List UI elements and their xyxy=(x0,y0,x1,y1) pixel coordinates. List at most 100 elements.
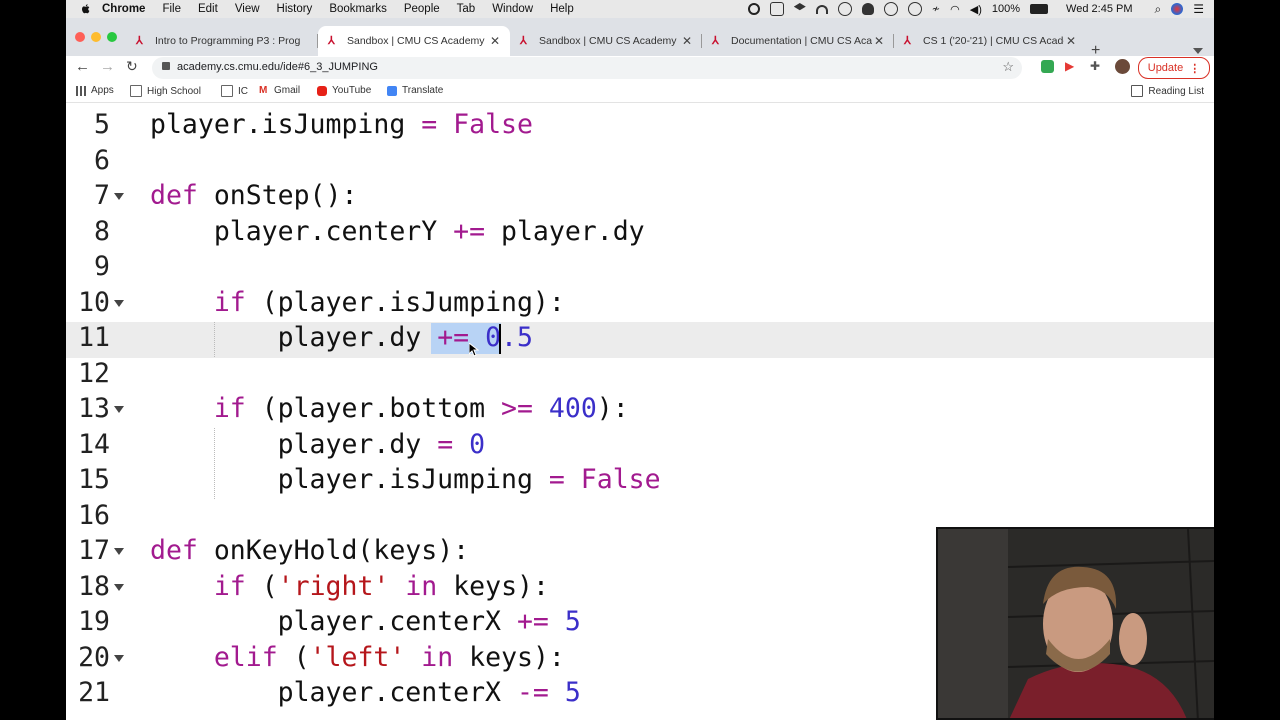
tab-cs1[interactable]: ⅄ CS 1 ('20-'21) | CMU CS Acade ✕ xyxy=(894,26,1086,56)
tab-label: Intro to Programming P3 : Prog xyxy=(155,35,301,47)
bookmark-label: IC xyxy=(238,85,248,97)
zoom-window-icon[interactable] xyxy=(107,32,117,42)
reading-list-label: Reading List xyxy=(1148,85,1204,97)
menu-file[interactable]: File xyxy=(162,3,181,15)
url-text[interactable]: academy.cs.cmu.edu/ide#6_3_JUMPING xyxy=(177,61,378,73)
spotlight-icon[interactable]: ⌕ xyxy=(1155,2,1162,17)
extension-red-icon[interactable]: ▶ xyxy=(1065,60,1078,73)
bookmark-label: Apps xyxy=(91,85,114,96)
back-arrow-icon[interactable]: ← xyxy=(75,58,90,75)
profile-avatar[interactable] xyxy=(1115,59,1130,74)
menu-view[interactable]: View xyxy=(235,3,260,15)
control-center-icon[interactable]: ☰ xyxy=(1193,2,1204,16)
code-text[interactable]: def onKeyHold(keys): xyxy=(150,535,469,566)
menu-bar: Chrome File Edit View History Bookmarks … xyxy=(66,0,1214,18)
code-line-current[interactable]: 11 player.dy += 0.5 xyxy=(66,322,1214,358)
menu-tab[interactable]: Tab xyxy=(457,3,476,15)
extension-green-icon[interactable] xyxy=(1041,60,1054,73)
bookmark-label: Translate xyxy=(402,85,444,96)
address-bar[interactable]: academy.cs.cmu.edu/ide#6_3_JUMPING ☆ xyxy=(152,57,1022,79)
reading-list-button[interactable]: Reading List xyxy=(1131,85,1204,97)
folder-icon xyxy=(130,85,142,97)
menu-edit[interactable]: Edit xyxy=(198,3,218,15)
fold-arrow-icon[interactable] xyxy=(114,654,124,662)
close-window-icon[interactable] xyxy=(75,32,85,42)
clock[interactable]: Wed 2:45 PM xyxy=(1066,3,1132,15)
code-text[interactable]: if (player.isJumping): xyxy=(150,287,565,318)
fold-arrow-icon[interactable] xyxy=(114,193,124,200)
bookmark-apps[interactable]: Apps xyxy=(76,85,114,96)
apple-icon[interactable] xyxy=(80,3,92,15)
time-machine-icon[interactable] xyxy=(907,2,922,16)
code-text[interactable]: player.isJumping = False xyxy=(150,109,533,140)
fold-arrow-icon[interactable] xyxy=(114,548,124,555)
menu-bookmarks[interactable]: Bookmarks xyxy=(329,3,387,15)
tab-documentation[interactable]: ⅄ Documentation | CMU CS Acad ✕ xyxy=(702,26,894,56)
menu-history[interactable]: History xyxy=(277,3,313,15)
youtube-icon xyxy=(317,85,327,96)
screen-share-icon[interactable] xyxy=(769,2,784,16)
bookmark-ic[interactable]: IC xyxy=(221,85,248,97)
line-number: 6 xyxy=(94,144,110,176)
volume-icon[interactable]: ◀) xyxy=(970,3,982,16)
bookmark-star-icon[interactable]: ☆ xyxy=(1002,59,1014,75)
code-line[interactable]: 14 player.dy = 0 xyxy=(66,429,1214,465)
minimize-window-icon[interactable] xyxy=(91,32,101,42)
code-line[interactable]: 5 player.isJumping = False xyxy=(66,109,1214,145)
fold-arrow-icon[interactable] xyxy=(114,299,124,307)
fold-arrow-icon[interactable] xyxy=(114,406,124,413)
bookmark-high-school[interactable]: High School xyxy=(130,85,201,97)
code-text[interactable]: player.centerX -= 5 xyxy=(150,677,581,708)
menu-window[interactable]: Window xyxy=(492,3,533,15)
gmail-icon: M xyxy=(259,84,268,96)
line-number: 7 xyxy=(94,180,110,211)
menu-app-name[interactable]: Chrome xyxy=(102,3,145,15)
code-text[interactable]: if (player.bottom >= 400): xyxy=(150,393,629,424)
code-line[interactable]: 6 xyxy=(66,145,1214,181)
menu-help[interactable]: Help xyxy=(550,3,574,15)
code-line[interactable]: 8 player.centerY += player.dy xyxy=(66,216,1214,252)
extensions-puzzle-icon[interactable]: ✚ xyxy=(1090,60,1103,73)
code-text[interactable]: if ('right' in keys): xyxy=(150,571,549,602)
dropbox-icon[interactable] xyxy=(793,3,806,11)
close-tab-icon[interactable]: ✕ xyxy=(680,34,694,48)
code-text[interactable]: player.centerY += player.dy xyxy=(150,216,645,247)
sync-icon[interactable] xyxy=(837,2,852,16)
tab-intro-to-programming[interactable]: ⅄ Intro to Programming P3 : Prog xyxy=(126,26,318,56)
reload-icon[interactable]: ↻ xyxy=(126,58,138,75)
bookmark-translate[interactable]: Translate xyxy=(387,85,443,96)
headphones-icon[interactable] xyxy=(815,4,828,14)
bookmark-gmail[interactable]: M Gmail xyxy=(259,85,300,96)
cloud-icon[interactable] xyxy=(861,3,874,15)
close-tab-icon[interactable]: ✕ xyxy=(1064,34,1078,48)
bookmark-youtube[interactable]: YouTube xyxy=(317,85,371,96)
siri-icon[interactable] xyxy=(1171,3,1184,15)
close-tab-icon[interactable]: ✕ xyxy=(488,34,502,48)
close-tab-icon[interactable]: ✕ xyxy=(872,34,886,48)
code-text[interactable]: player.centerX += 5 xyxy=(150,606,581,637)
tab-search-chevron-icon[interactable] xyxy=(1193,48,1203,54)
line-number: 15 xyxy=(78,464,110,495)
code-line[interactable]: 13 if (player.bottom >= 400): xyxy=(66,393,1214,429)
code-line[interactable]: 10 if (player.isJumping): xyxy=(66,287,1214,323)
update-button[interactable]: Update ⋮ xyxy=(1138,57,1210,79)
code-text[interactable]: def onStep(): xyxy=(150,180,357,211)
code-line[interactable]: 9 xyxy=(66,251,1214,287)
do-not-disturb-icon[interactable] xyxy=(883,2,898,16)
menu-people[interactable]: People xyxy=(404,3,440,15)
forward-arrow-icon[interactable]: → xyxy=(100,58,115,75)
fold-arrow-icon[interactable] xyxy=(114,583,124,591)
tab-sandbox[interactable]: ⅄ Sandbox | CMU CS Academy ✕ xyxy=(510,26,702,56)
mouse-pointer-icon xyxy=(469,343,479,357)
tab-sandbox-active[interactable]: ⅄ Sandbox | CMU CS Academy ✕ xyxy=(318,26,510,56)
code-line[interactable]: 12 xyxy=(66,358,1214,394)
code-line[interactable]: 7 def onStep(): xyxy=(66,180,1214,216)
code-text[interactable]: player.isJumping = False xyxy=(150,464,661,495)
wifi-icon[interactable]: ◠ xyxy=(950,3,960,16)
code-text[interactable]: player.dy = 0 xyxy=(150,429,485,460)
record-icon[interactable] xyxy=(747,3,760,15)
code-text[interactable]: elif ('left' in keys): xyxy=(150,642,565,673)
battery-icon[interactable] xyxy=(1030,4,1049,14)
bluetooth-icon[interactable]: ≁ xyxy=(932,4,940,15)
code-line[interactable]: 15 player.isJumping = False xyxy=(66,464,1214,500)
